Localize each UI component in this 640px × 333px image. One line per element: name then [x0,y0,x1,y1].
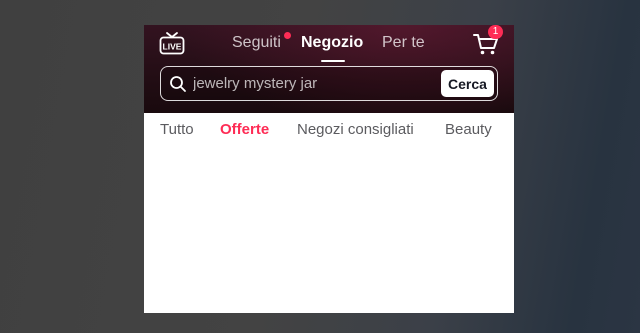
cart-count-badge: 1 [488,25,503,39]
tab-per-te[interactable]: Per te [382,34,425,52]
search-button[interactable]: Cerca [441,70,494,97]
search-bar[interactable]: Cerca [160,66,498,101]
live-label: LIVE [163,42,182,52]
shop-screen: LIVE Seguiti Negozio Per te 1 Cerca Tutt… [144,25,514,313]
category-tutto[interactable]: Tutto [160,121,194,138]
category-tabs: Tutto Offerte Negozi consigliati Beauty [144,113,514,145]
active-tab-indicator [321,60,345,62]
search-icon [170,76,186,92]
category-negozi-consigliati[interactable]: Negozi consigliati [297,121,414,138]
category-offerte[interactable]: Offerte [220,121,269,138]
tab-seguiti[interactable]: Seguiti [232,34,281,52]
category-beauty[interactable]: Beauty [445,121,492,138]
notification-dot [284,32,291,39]
tab-negozio[interactable]: Negozio [301,34,363,52]
live-tv-icon[interactable]: LIVE [158,31,186,57]
content-area [144,145,514,313]
search-input[interactable] [193,73,433,94]
